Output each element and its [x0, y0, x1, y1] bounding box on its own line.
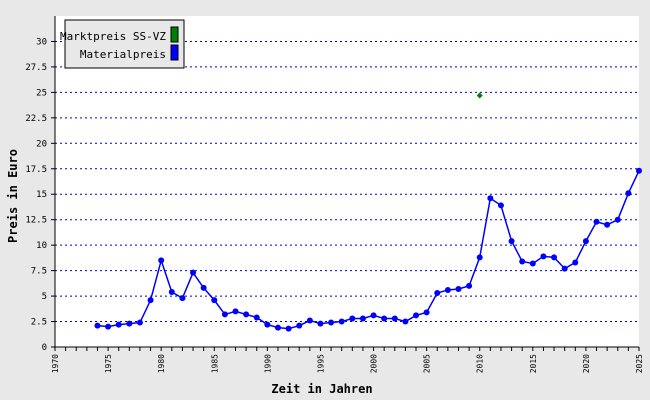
data-point: [572, 259, 579, 266]
data-point: [317, 320, 324, 327]
y-tick-label: 27.5: [25, 63, 47, 73]
y-tick-label: 22.5: [25, 114, 47, 124]
data-point: [413, 312, 420, 319]
x-tick-label: 2025: [635, 354, 644, 373]
x-tick-label: 1995: [316, 354, 325, 373]
data-point: [497, 202, 504, 209]
data-point: [359, 315, 366, 322]
x-tick-label: 1970: [51, 354, 60, 373]
data-point: [625, 190, 632, 197]
x-tick-label: 2000: [370, 354, 379, 373]
y-tick-label: 17.5: [25, 165, 47, 175]
y-tick-label: 12.5: [25, 216, 47, 226]
data-point: [508, 238, 515, 245]
x-tick-label: 2005: [423, 354, 432, 373]
data-point: [370, 312, 377, 319]
y-tick-label: 25: [36, 88, 47, 98]
y-tick-label: 7.5: [31, 267, 47, 277]
data-point: [136, 319, 143, 326]
data-point: [402, 318, 409, 325]
x-tick-label: 2020: [582, 354, 591, 373]
legend-label-marktpreis: Marktpreis SS-VZ: [60, 30, 166, 43]
data-point: [444, 286, 451, 293]
x-tick-label: 1990: [263, 354, 272, 373]
data-point: [551, 254, 558, 261]
y-tick-label: 0: [42, 343, 47, 353]
x-tick-label: 2010: [476, 354, 485, 373]
data-point: [264, 321, 271, 328]
data-point: [561, 265, 568, 272]
data-point: [540, 253, 547, 260]
data-point: [604, 221, 611, 228]
data-point: [381, 315, 388, 322]
data-point: [476, 254, 483, 261]
legend-label-materialpreis: Materialpreis: [80, 48, 166, 61]
legend: Marktpreis SS-VZ Materialpreis: [60, 19, 185, 69]
data-point: [200, 284, 207, 291]
data-point: [391, 315, 398, 322]
data-point: [296, 322, 303, 329]
price-chart: 0 2.5 5 7.5 10 12.5 15 17.5 20 22.5 25 27.5 30 1970 1…: [0, 0, 650, 400]
data-point: [285, 325, 292, 332]
data-point: [232, 308, 239, 315]
y-tick-label: 10: [36, 241, 47, 251]
y-tick-label: 20: [36, 139, 47, 149]
y-tick-label: 30: [36, 37, 47, 47]
data-point: [328, 319, 335, 326]
data-point: [190, 269, 197, 276]
x-axis-label: Zeit in Jahren: [271, 382, 372, 396]
data-point: [349, 315, 356, 322]
x-tick-label: 2015: [529, 354, 538, 373]
data-point: [115, 321, 122, 328]
data-point: [519, 258, 526, 265]
data-point: [593, 218, 600, 225]
data-point: [466, 282, 473, 289]
data-point: [455, 285, 462, 292]
data-point: [434, 290, 441, 297]
data-point: [105, 323, 112, 330]
legend-swatch-materialpreis: [170, 44, 179, 61]
data-point: [423, 309, 430, 316]
y-tick-label: 5: [42, 292, 47, 302]
data-point: [487, 195, 494, 202]
y-axis-label: Preis in Euro: [6, 149, 20, 243]
data-point: [274, 324, 281, 331]
y-tick-label: 2.5: [31, 318, 47, 328]
x-tick-label: 1985: [210, 354, 219, 373]
x-tick-label: 1975: [104, 354, 113, 373]
data-point: [529, 260, 536, 267]
data-point: [306, 317, 313, 324]
data-point: [243, 311, 250, 318]
legend-swatch-marktpreis: [170, 26, 179, 43]
data-point: [636, 167, 642, 174]
data-point: [168, 289, 175, 296]
data-point: [179, 295, 186, 302]
data-point: [253, 314, 260, 321]
y-tick-label: 15: [36, 190, 47, 200]
data-point: [94, 322, 101, 329]
x-tick-label: 1980: [157, 354, 166, 373]
data-point: [126, 320, 133, 327]
data-point: [221, 311, 228, 318]
data-point: [158, 257, 165, 264]
data-point: [147, 297, 154, 304]
data-point: [614, 216, 621, 223]
data-point: [211, 297, 218, 304]
data-point: [338, 318, 345, 325]
data-point: [582, 238, 589, 245]
